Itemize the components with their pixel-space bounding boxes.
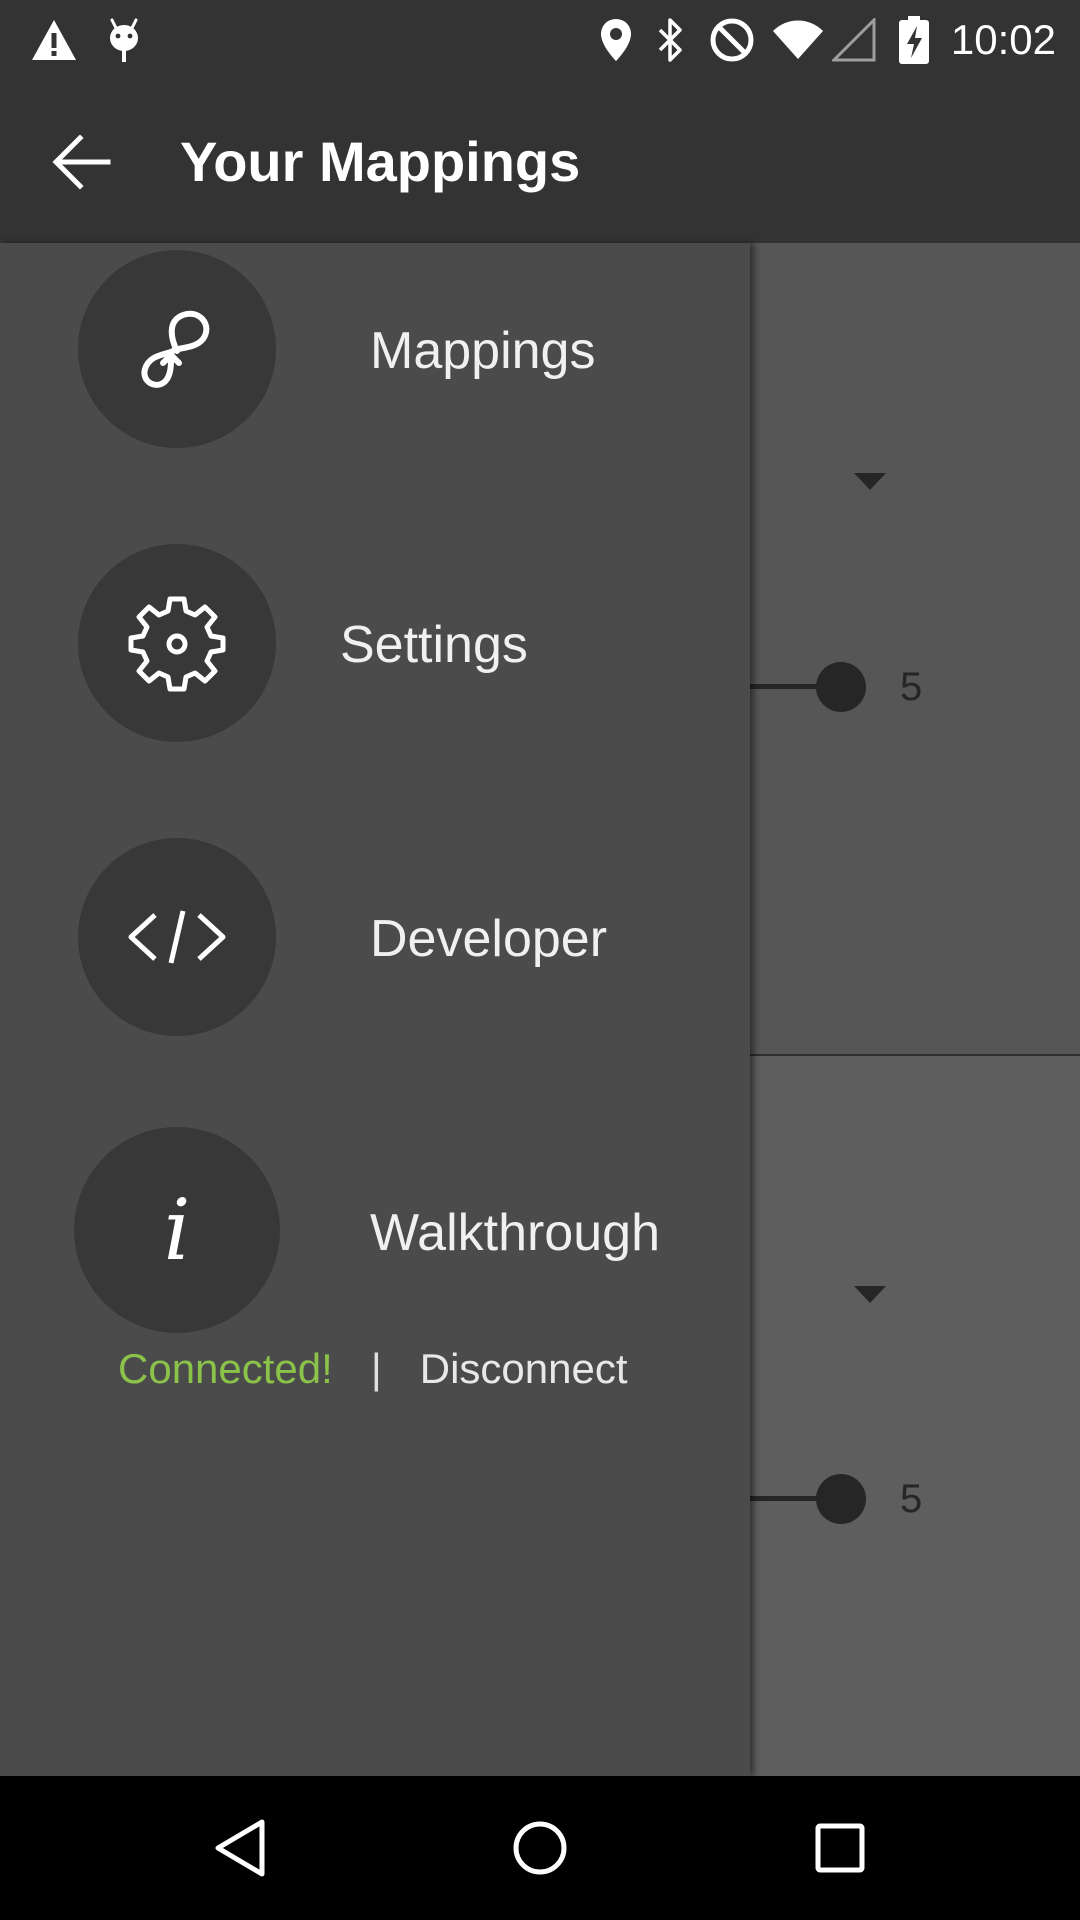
nav-home-button[interactable]	[500, 1808, 580, 1888]
nav-recents-button[interactable]	[800, 1808, 880, 1888]
slider-value: 5	[900, 665, 923, 709]
drawer-item-icon-circle	[78, 544, 276, 742]
warning-icon	[26, 12, 82, 68]
gear-icon	[128, 596, 226, 692]
wifi-icon	[770, 12, 826, 68]
drawer-item-label: Settings	[340, 616, 528, 674]
drawer-item-label: Developer	[370, 910, 608, 968]
slider-thumb[interactable]	[816, 1474, 866, 1524]
dropdown-arrow-icon[interactable]	[854, 473, 886, 490]
arrow-back-icon	[52, 134, 111, 190]
connection-status: Connected!	[118, 1345, 333, 1392]
disconnect-button[interactable]: Disconnect	[420, 1341, 628, 1397]
do-not-disturb-icon	[704, 12, 760, 68]
drawer-item-settings[interactable]: Settings	[0, 530, 750, 760]
slider-value: 5	[900, 1477, 923, 1521]
system-nav-bar	[0, 1776, 1080, 1920]
drawer-item-icon-circle	[78, 838, 276, 1036]
drawer-item-icon-circle: i	[74, 1127, 280, 1333]
drawer-item-mappings[interactable]: Mappings	[0, 236, 750, 466]
drawer-item-walkthrough[interactable]: i Walkthrough	[0, 1118, 750, 1348]
home-circle-icon	[513, 1821, 567, 1875]
back-triangle-icon	[215, 1819, 265, 1877]
location-icon	[588, 12, 644, 68]
separator: |	[370, 1345, 382, 1392]
drawer-item-label: Mappings	[370, 322, 596, 380]
status-time: 10:02	[950, 16, 1056, 63]
page-title: Your Mappings	[180, 130, 581, 193]
back-button[interactable]	[40, 120, 124, 204]
app-bar: Your Mappings	[0, 80, 1080, 243]
recents-square-icon	[815, 1823, 865, 1873]
android-debug-icon	[96, 12, 152, 68]
code-icon	[128, 910, 226, 964]
dropdown-arrow-icon[interactable]	[854, 1286, 886, 1303]
drawer-item-icon-circle	[78, 250, 276, 448]
drawer-item-label: Walkthrough	[370, 1204, 660, 1262]
drawer-item-developer[interactable]: Developer	[0, 824, 750, 1054]
battery-charging-icon	[886, 12, 942, 68]
status-bar: 10:02	[0, 0, 1080, 80]
slider-thumb[interactable]	[816, 662, 866, 712]
navigation-drawer: Mappings Settings Developer i Walkthroug…	[0, 243, 750, 1776]
link-loop-icon	[141, 310, 210, 388]
bluetooth-icon	[642, 12, 698, 68]
connection-status-row: Connected! | Disconnect	[118, 1341, 628, 1397]
cell-signal-icon	[826, 12, 882, 68]
info-icon: i	[163, 1181, 191, 1279]
nav-back-button[interactable]	[200, 1808, 280, 1888]
